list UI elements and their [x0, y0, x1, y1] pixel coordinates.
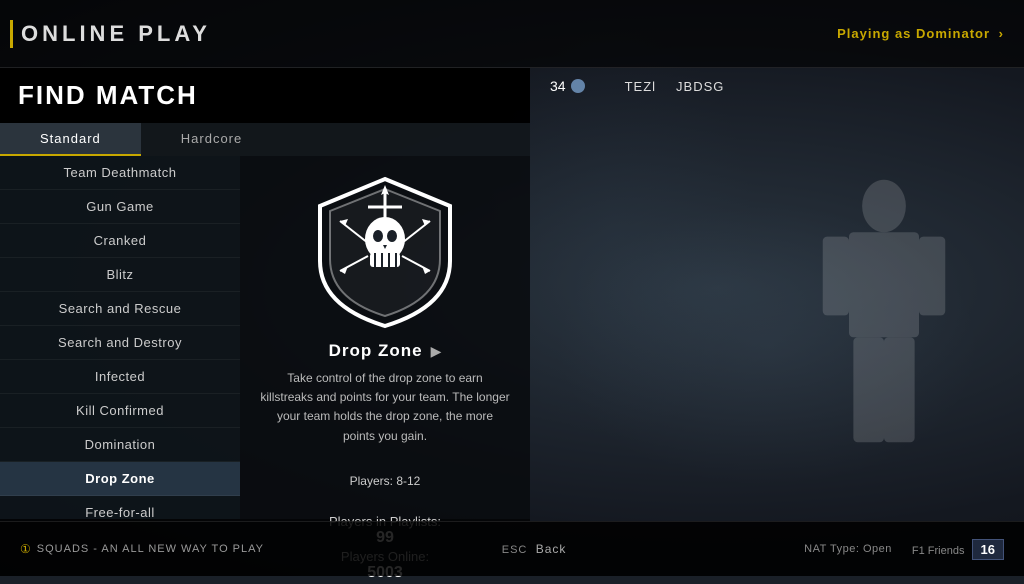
- shield-icon: [310, 171, 460, 331]
- mode-domination[interactable]: Domination: [0, 428, 240, 462]
- score-bar: 34 TEZl JBDSG: [550, 78, 1004, 94]
- panel-body: Team Deathmatch Gun Game Cranked Blitz S…: [0, 156, 530, 519]
- header-title-group: ONLINE PLAY: [10, 20, 211, 48]
- squads-icon: ①: [20, 542, 31, 556]
- score-number: 34: [550, 78, 566, 94]
- header-accent-bar: [10, 20, 13, 48]
- score-icon: [571, 79, 585, 93]
- f1-friends-label: F1 Friends 16: [912, 542, 1004, 557]
- bottom-bar: ① SQUADS - AN ALL NEW WAY TO PLAY ESC Ba…: [0, 521, 1024, 576]
- playing-as-name: Dominator: [916, 26, 990, 41]
- mode-team-deathmatch[interactable]: Team Deathmatch: [0, 156, 240, 190]
- mode-blitz[interactable]: Blitz: [0, 258, 240, 292]
- player-names-row: TEZl JBDSG: [625, 79, 725, 94]
- mode-name-row: Drop Zone ▶: [329, 341, 442, 361]
- mode-description: Take control of the drop zone to earn ki…: [260, 369, 510, 446]
- header: ONLINE PLAY Playing as Dominator ›: [0, 0, 1024, 68]
- mode-cranked[interactable]: Cranked: [0, 224, 240, 258]
- mode-detail: Drop Zone ▶ Take control of the drop zon…: [240, 156, 530, 519]
- nat-type-label: NAT Type: Open: [804, 543, 892, 555]
- tab-hardcore[interactable]: Hardcore: [141, 123, 282, 156]
- playing-as-arrow-icon: ›: [999, 26, 1004, 41]
- mode-drop-zone[interactable]: Drop Zone: [0, 462, 240, 496]
- back-label: Back: [536, 542, 567, 556]
- mode-arrow-icon: ▶: [431, 343, 442, 360]
- score-display: 34: [550, 78, 585, 94]
- squads-text: SQUADS - AN ALL NEW WAY TO PLAY: [37, 543, 264, 555]
- mode-kill-confirmed[interactable]: Kill Confirmed: [0, 394, 240, 428]
- mode-name-text: Drop Zone: [329, 341, 423, 361]
- mode-players-range: Players: 8-12: [350, 474, 421, 488]
- playing-as-label: Playing as: [837, 26, 911, 41]
- online-play-title: ONLINE PLAY: [21, 21, 211, 47]
- mode-search-destroy[interactable]: Search and Destroy: [0, 326, 240, 360]
- bottom-right: NAT Type: Open F1 Friends 16: [804, 542, 1004, 557]
- squads-banner[interactable]: ① SQUADS - AN ALL NEW WAY TO PLAY: [20, 542, 264, 556]
- tab-standard[interactable]: Standard: [0, 123, 141, 156]
- find-match-header: FIND MATCH: [0, 68, 530, 123]
- find-match-panel: FIND MATCH Standard Hardcore Team Deathm…: [0, 68, 530, 521]
- mode-icon: [305, 171, 465, 331]
- player2-name: JBDSG: [676, 79, 724, 94]
- mode-search-rescue[interactable]: Search and Rescue: [0, 292, 240, 326]
- right-area: 34 TEZl JBDSG: [530, 68, 1024, 521]
- mode-gun-game[interactable]: Gun Game: [0, 190, 240, 224]
- mode-list: Team Deathmatch Gun Game Cranked Blitz S…: [0, 156, 240, 519]
- player1-name: TEZl: [625, 79, 656, 94]
- find-match-title: FIND MATCH: [18, 80, 198, 110]
- mode-free-for-all[interactable]: Free-for-all: [0, 496, 240, 519]
- back-hint[interactable]: ESC Back: [502, 542, 567, 556]
- tabs-bar: Standard Hardcore: [0, 123, 530, 156]
- back-key-label: ESC: [502, 544, 528, 556]
- friends-count: 16: [972, 539, 1004, 560]
- playing-as-info[interactable]: Playing as Dominator ›: [837, 26, 1004, 41]
- mode-infected[interactable]: Infected: [0, 360, 240, 394]
